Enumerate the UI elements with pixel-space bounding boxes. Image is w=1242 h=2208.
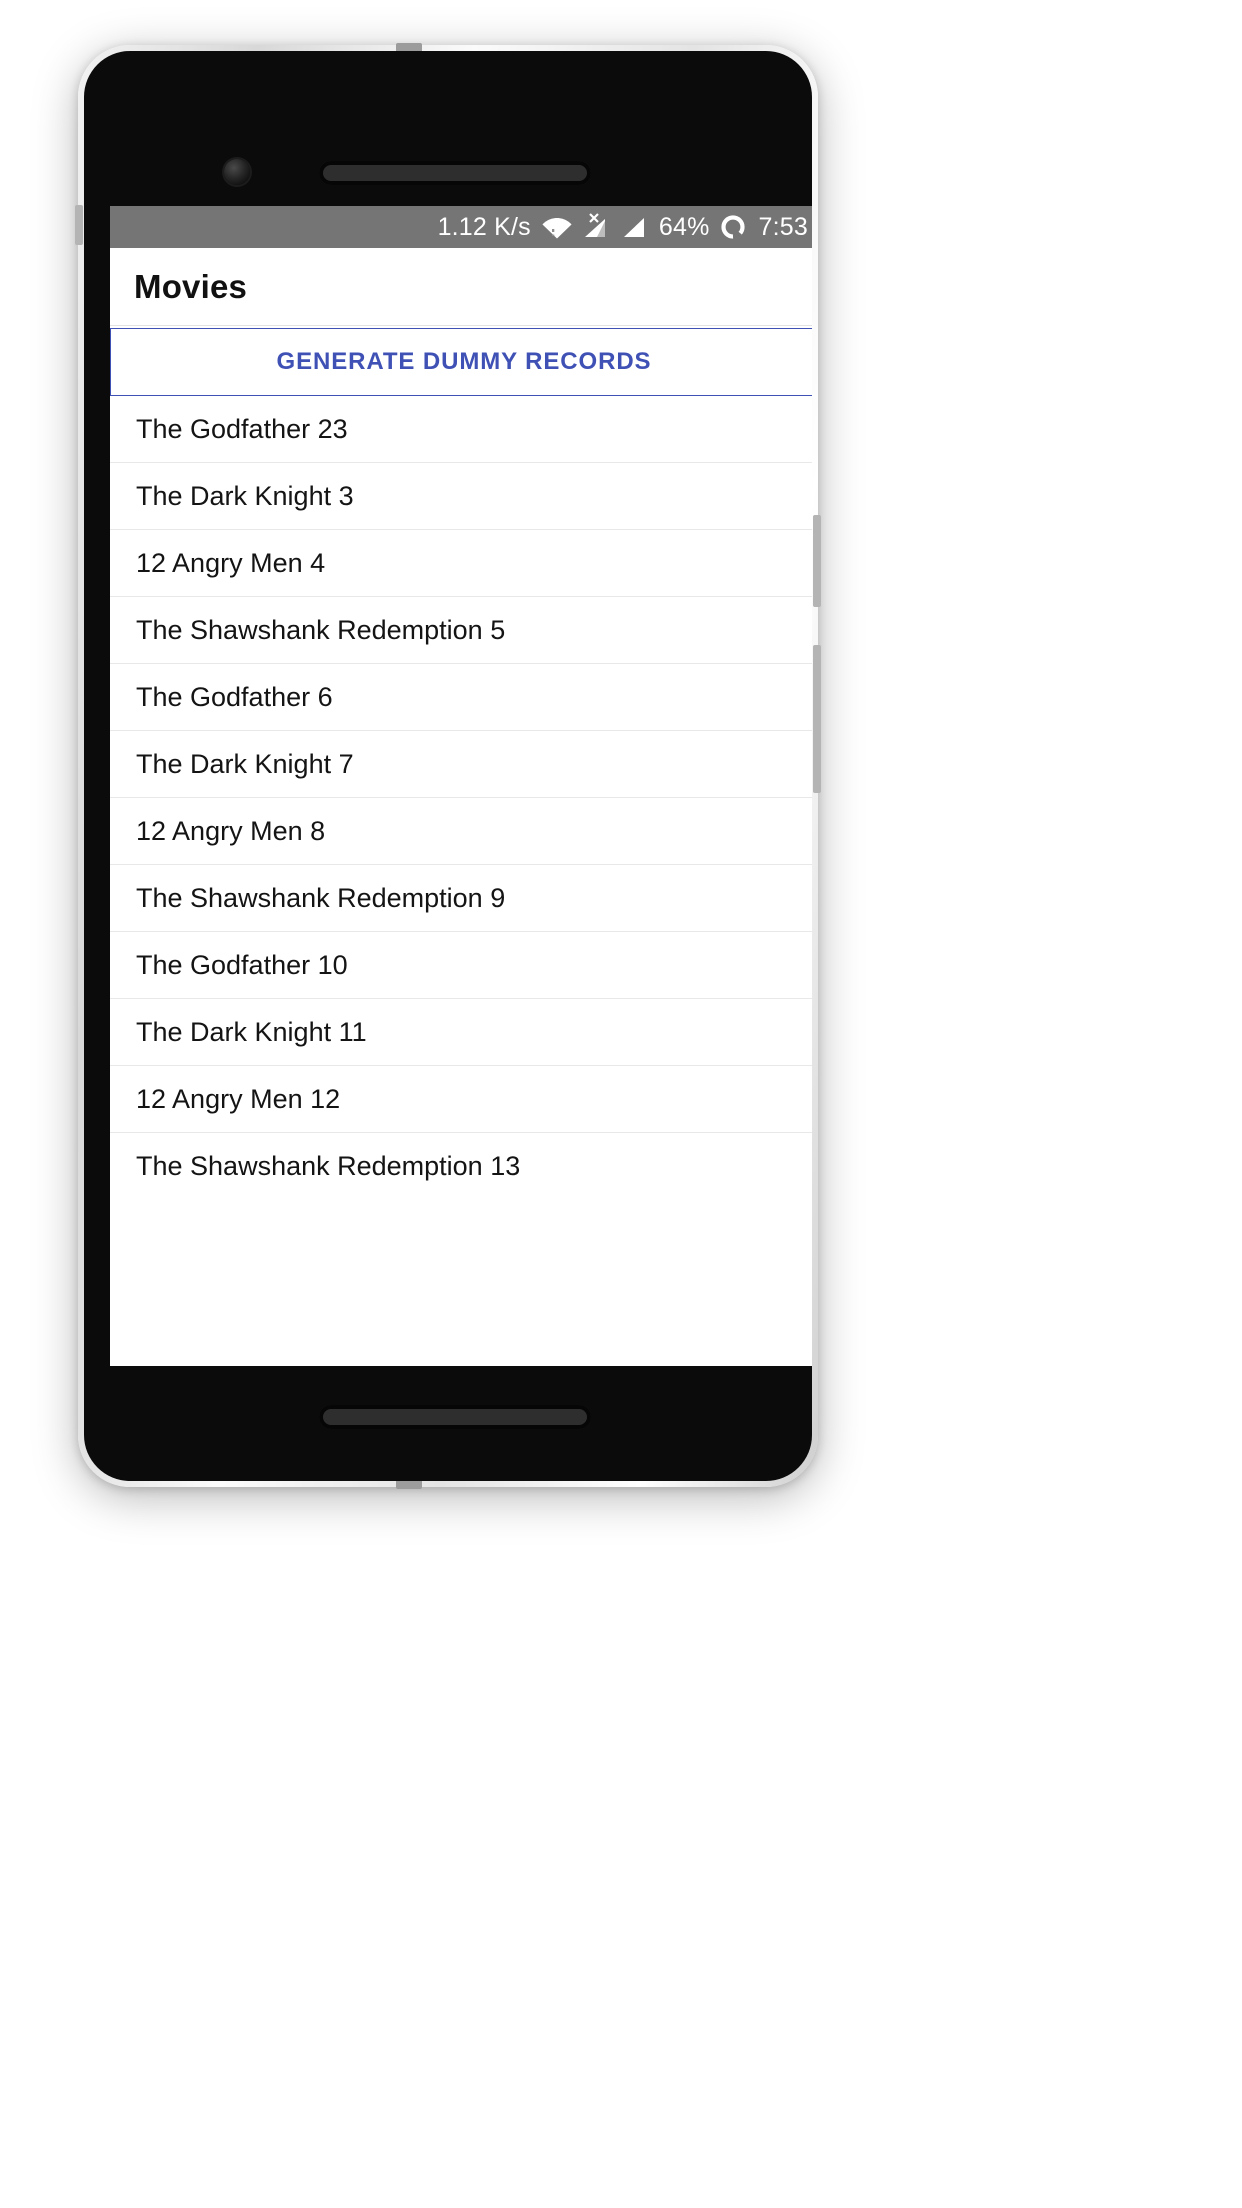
movie-title: The Dark Knight 11 — [136, 1016, 367, 1047]
movie-title: The Dark Knight 3 — [136, 480, 354, 511]
front-camera-icon — [224, 159, 250, 185]
cellular-signal-icon — [620, 213, 650, 241]
movie-list-item[interactable]: The Dark Knight 11 — [110, 999, 812, 1066]
movie-list-item[interactable]: The Godfather 23 — [110, 396, 812, 463]
movie-title: The Dark Knight 7 — [136, 748, 354, 779]
clock-label: 7:53 — [758, 212, 808, 241]
movie-list-item[interactable]: 12 Angry Men 12 — [110, 1066, 812, 1133]
movie-list-item[interactable]: 12 Angry Men 8 — [110, 798, 812, 865]
network-speed-label: 1.12 K/s — [437, 212, 531, 241]
movie-list-item[interactable]: The Godfather 10 — [110, 932, 812, 999]
movie-list-item[interactable]: The Shawshank Redemption 13 — [110, 1133, 812, 1200]
status-bar: 1.12 K/s 64% 7:53 — [110, 206, 812, 248]
movie-list[interactable]: The Godfather 23 The Dark Knight 3 12 Angr… — [110, 396, 812, 1366]
movie-list-item[interactable]: The Shawshank Redemption 5 — [110, 597, 812, 664]
movie-title: The Godfather 23 — [136, 413, 348, 444]
cellular-no-service-icon — [581, 213, 611, 241]
movie-title: The Shawshank Redemption 9 — [136, 882, 506, 913]
movie-list-item[interactable]: The Dark Knight 7 — [110, 731, 812, 798]
battery-circle-icon — [719, 213, 747, 241]
movie-title: The Shawshank Redemption 5 — [136, 614, 506, 645]
left-antenna-band — [75, 205, 83, 245]
wifi-icon — [542, 214, 572, 240]
movie-list-item[interactable]: The Shawshank Redemption 9 — [110, 865, 812, 932]
movie-list-item[interactable]: The Dark Knight 3 — [110, 463, 812, 530]
movie-title: 12 Angry Men 4 — [136, 547, 326, 578]
movie-title: The Godfather 10 — [136, 949, 348, 980]
phone-screen: 1.12 K/s 64% 7:53 Movies GENERATE DUMMY … — [110, 206, 812, 1366]
phone-bezel: 1.12 K/s 64% 7:53 Movies GENERATE DUMMY … — [84, 51, 812, 1481]
app-bar: Movies — [110, 248, 812, 326]
page-title: Movies — [134, 267, 248, 305]
bottom-speaker-icon — [319, 1405, 591, 1429]
movie-title: The Shawshank Redemption 13 — [136, 1151, 521, 1181]
earpiece-speaker-icon — [319, 161, 591, 185]
movie-list-item[interactable]: The Godfather 6 — [110, 664, 812, 731]
volume-button[interactable] — [813, 645, 821, 793]
movie-title: 12 Angry Men 8 — [136, 815, 326, 846]
phone-device-frame: 1.12 K/s 64% 7:53 Movies GENERATE DUMMY … — [75, 43, 821, 1489]
movie-title: 12 Angry Men 12 — [136, 1083, 341, 1114]
battery-percent-label: 64% — [658, 212, 710, 241]
movie-list-item[interactable]: 12 Angry Men 4 — [110, 530, 812, 597]
generate-dummy-records-button[interactable]: GENERATE DUMMY RECORDS — [110, 328, 812, 396]
movie-title: The Godfather 6 — [136, 681, 333, 712]
power-button[interactable] — [813, 515, 821, 607]
generate-button-container: GENERATE DUMMY RECORDS — [110, 326, 812, 396]
